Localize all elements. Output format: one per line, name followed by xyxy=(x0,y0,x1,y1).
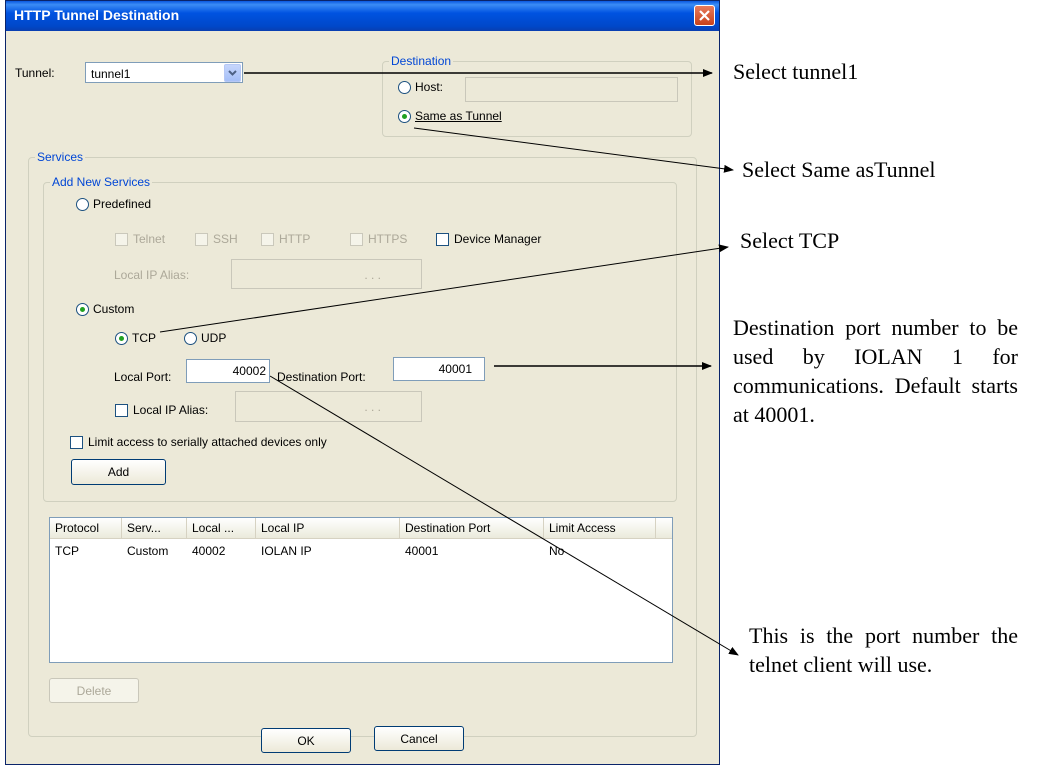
annotation-select-same: Select Same asTunnel xyxy=(742,157,936,182)
annotation-local-port: This is the port number the telnet clien… xyxy=(749,623,1018,677)
annotation-destination-port: Destination port number to be used by IO… xyxy=(733,315,1018,427)
arrow-local-port xyxy=(269,375,739,656)
arrow-select-same xyxy=(413,127,734,173)
annotation-select-tcp: Select TCP xyxy=(740,228,840,253)
arrow-select-tcp xyxy=(159,244,729,333)
annotation-select-tunnel: Select tunnel1 xyxy=(733,59,859,84)
